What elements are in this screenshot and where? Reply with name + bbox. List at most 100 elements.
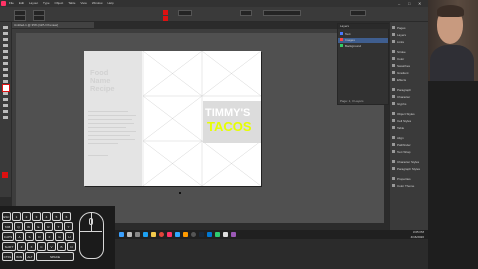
document-tab[interactable]: Untitled-1 @ 35% [GPU Preview]: [12, 22, 94, 28]
illustrator-icon[interactable]: [183, 232, 188, 237]
steam-icon[interactable]: [199, 232, 204, 237]
selection-tool-icon[interactable]: [2, 26, 9, 30]
y-field[interactable]: [14, 15, 26, 21]
mail-icon[interactable]: [207, 232, 212, 237]
line-tool-icon[interactable]: [2, 56, 9, 60]
panel-pathfinder[interactable]: Pathfinder: [390, 141, 429, 148]
pen-tool-icon[interactable]: [2, 62, 9, 66]
character-styles-icon: [392, 160, 395, 163]
type-tool-icon[interactable]: [2, 50, 9, 54]
menu-type[interactable]: Type: [43, 0, 50, 7]
stroke-swatch-icon[interactable]: [163, 16, 168, 21]
chrome-icon[interactable]: [159, 232, 164, 237]
hand-tool-icon[interactable]: [2, 110, 9, 114]
direct-selection-tool-icon[interactable]: [2, 32, 9, 36]
workspace-dropdown[interactable]: [350, 10, 366, 16]
key-h: H: [65, 232, 74, 241]
key-n: N: [67, 242, 76, 251]
menu-file[interactable]: File: [9, 0, 14, 7]
stroke-weight-field[interactable]: [178, 10, 192, 16]
panel-table[interactable]: Table: [390, 124, 429, 131]
panel-character[interactable]: Character: [390, 93, 429, 100]
table-icon: [392, 126, 395, 129]
panel-gradient[interactable]: Gradient: [390, 69, 429, 76]
panel-object-styles[interactable]: Object Styles: [390, 110, 429, 117]
panel-color[interactable]: Color: [390, 55, 429, 62]
layer-row[interactable]: Text: [338, 32, 388, 37]
menu-edit[interactable]: Edit: [19, 0, 24, 7]
preview-mode-icon[interactable]: [2, 172, 8, 178]
pathfinder-icon: [392, 143, 395, 146]
h-field[interactable]: [33, 15, 45, 21]
key-w: W: [24, 222, 33, 231]
app-icon[interactable]: [223, 232, 228, 237]
panel-layers[interactable]: Layers: [390, 31, 429, 38]
rectangle-frame-tool-icon[interactable]: [2, 74, 9, 78]
panel-character-styles[interactable]: Character Styles: [390, 158, 429, 165]
layer-row[interactable]: Images: [338, 38, 388, 43]
menu-layout[interactable]: Layout: [29, 0, 38, 7]
key-q: Q: [14, 222, 23, 231]
task-view-icon[interactable]: [135, 232, 140, 237]
tools-panel: [0, 22, 11, 197]
panel-align[interactable]: Align: [390, 134, 429, 141]
document-page[interactable]: Food Name Recipe TIMMY'S TACOS: [84, 51, 261, 186]
obs-icon[interactable]: [191, 232, 196, 237]
app-icon[interactable]: [231, 232, 236, 237]
panel-color-theme[interactable]: Color Theme: [390, 182, 429, 189]
panel-glyphs[interactable]: Glyphs: [390, 100, 429, 107]
close-icon[interactable]: ✕: [418, 1, 421, 6]
indesign-app-icon[interactable]: [1, 1, 6, 6]
gradient-tool-icon[interactable]: [2, 98, 9, 102]
layer-name: Background: [345, 44, 362, 48]
panel-dock: Pages Layers Links Stroke Color Swatches…: [389, 22, 429, 230]
menu-window[interactable]: Window: [92, 0, 103, 7]
panel-pages[interactable]: Pages: [390, 24, 429, 31]
object-style-dropdown[interactable]: [263, 10, 301, 16]
logo-frame[interactable]: TIMMY'S TACOS: [203, 101, 261, 143]
free-transform-tool-icon[interactable]: [2, 92, 9, 96]
panel-effects[interactable]: Effects: [390, 76, 429, 83]
panel-properties[interactable]: Properties: [390, 175, 429, 182]
menu-table[interactable]: Table: [68, 0, 75, 7]
page-tool-icon[interactable]: [2, 38, 9, 42]
fill-swatch-icon[interactable]: [163, 10, 168, 15]
pencil-tool-icon[interactable]: [2, 68, 9, 72]
search-icon[interactable]: [127, 232, 132, 237]
explorer-icon[interactable]: [151, 232, 156, 237]
photoshop-icon[interactable]: [175, 232, 180, 237]
fill-stroke-icon[interactable]: [2, 84, 10, 92]
key-f: F: [45, 232, 54, 241]
eyedropper-tool-icon[interactable]: [2, 104, 9, 108]
windows-icon[interactable]: [119, 232, 124, 237]
menu-bar: File Edit Layout Type Object Table View …: [0, 0, 428, 7]
app-icon[interactable]: [215, 232, 220, 237]
panel-paragraph-styles[interactable]: Paragraph Styles: [390, 165, 429, 172]
key-d: D: [35, 232, 44, 241]
layer-color-icon: [340, 38, 343, 41]
minimize-icon[interactable]: –: [398, 1, 400, 6]
edge-icon[interactable]: [143, 232, 148, 237]
layer-row[interactable]: Background: [338, 44, 388, 49]
key-alt: ALT: [25, 252, 35, 261]
panel-paragraph[interactable]: Paragraph: [390, 86, 429, 93]
mouse-overlay-icon: [79, 212, 104, 259]
layers-tab[interactable]: Layers: [338, 24, 390, 29]
menu-help[interactable]: Help: [108, 0, 114, 7]
layer-name: Images: [345, 38, 355, 42]
maximize-icon[interactable]: □: [408, 1, 410, 6]
menu-object[interactable]: Object: [55, 0, 64, 7]
layers-status: Page: 1, 3 Layers: [340, 99, 364, 103]
panel-stroke[interactable]: Stroke: [390, 48, 429, 55]
system-clock[interactable]: 3:05 PM 4/16/2020: [411, 230, 424, 239]
gap-tool-icon[interactable]: [2, 44, 9, 48]
zoom-tool-icon[interactable]: [2, 116, 9, 120]
panel-swatches[interactable]: Swatches: [390, 62, 429, 69]
panel-text-wrap[interactable]: Text Wrap: [390, 148, 429, 155]
opacity-field[interactable]: [240, 10, 252, 16]
key-y: Y: [64, 222, 73, 231]
menu-view[interactable]: View: [80, 0, 86, 7]
panel-cell-styles[interactable]: Cell Styles: [390, 117, 429, 124]
indesign-icon[interactable]: [167, 232, 172, 237]
panel-links[interactable]: Links: [390, 38, 429, 45]
